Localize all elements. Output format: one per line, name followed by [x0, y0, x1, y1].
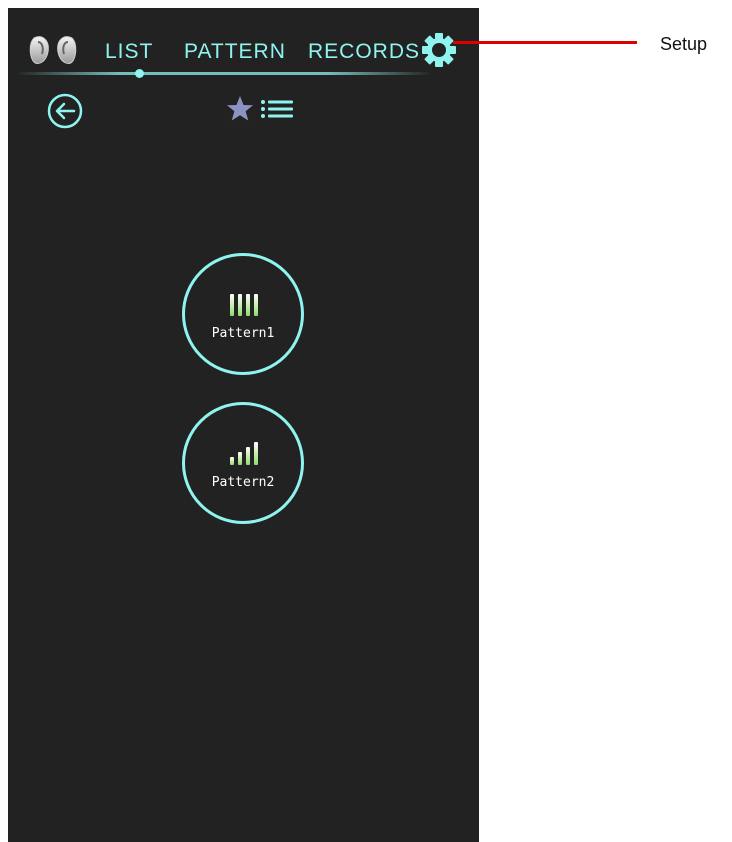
pattern-1-label: Pattern1: [211, 326, 275, 341]
setup-callout-label: Setup: [660, 34, 708, 54]
ascending-bars-icon: [230, 442, 258, 465]
tab-pattern[interactable]: PATTERN: [184, 40, 286, 64]
earbuds-icon[interactable]: [28, 34, 78, 68]
callout-line: [453, 41, 637, 44]
tab-records[interactable]: RECORDS: [308, 40, 420, 64]
pattern-1-button[interactable]: Pattern1: [182, 253, 304, 375]
tab-underline: [16, 72, 432, 75]
gear-icon[interactable]: [422, 33, 456, 67]
pattern-2-label: Pattern2: [211, 475, 275, 490]
app-screen: LIST PATTERN RECORDS Pattern1 Pattern2: [8, 8, 479, 842]
favorites-list-icon[interactable]: [226, 94, 300, 126]
top-nav-bar: LIST PATTERN RECORDS: [8, 8, 479, 88]
tab-list[interactable]: LIST: [105, 40, 153, 64]
pattern-2-button[interactable]: Pattern2: [182, 402, 304, 524]
equal-bars-icon: [230, 294, 258, 316]
back-arrow-icon[interactable]: [46, 92, 84, 130]
active-tab-indicator: [135, 69, 144, 78]
